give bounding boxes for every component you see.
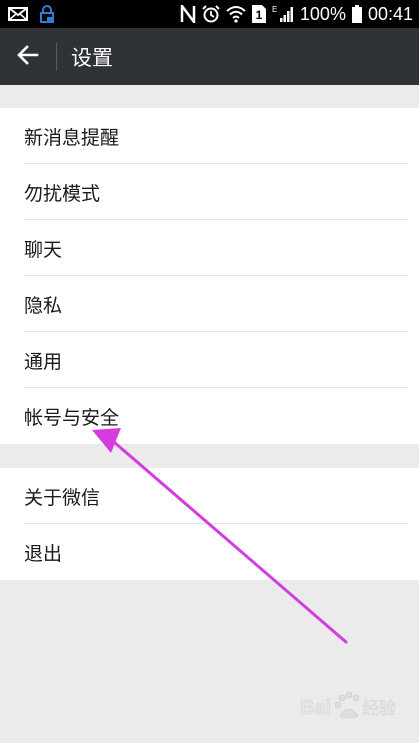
- settings-group-about: 关于微信 退出: [0, 468, 419, 580]
- title-bar: 设置: [0, 28, 419, 85]
- settings-item-logout[interactable]: 退出: [0, 524, 419, 580]
- settings-item-account-security[interactable]: 帐号与安全: [0, 388, 419, 444]
- settings-item-new-message-alerts[interactable]: 新消息提醒: [0, 108, 419, 164]
- arrow-left-icon: [17, 44, 39, 69]
- settings-item-chat[interactable]: 聊天: [0, 220, 419, 276]
- battery-percent: 100%: [299, 4, 346, 24]
- settings-group-main: 新消息提醒 勿扰模式 聊天 隐私 通用 帐号与安全: [0, 108, 419, 444]
- battery-icon: [351, 4, 362, 24]
- lock-notification-icon: [38, 4, 56, 24]
- wifi-icon: [226, 4, 246, 24]
- settings-item-label: 关于微信: [24, 486, 101, 509]
- svg-text:E: E: [272, 5, 277, 14]
- svg-text:经验: 经验: [362, 699, 396, 719]
- settings-item-general[interactable]: 通用: [0, 332, 419, 388]
- settings-item-label: 勿扰模式: [24, 182, 101, 205]
- title-divider: [56, 42, 57, 71]
- page-title: 设置: [71, 45, 113, 70]
- svg-text:1: 1: [256, 8, 263, 22]
- settings-item-about-wechat[interactable]: 关于微信: [0, 468, 419, 524]
- settings-item-label: 隐私: [24, 294, 63, 317]
- alarm-icon: [202, 4, 220, 24]
- svg-text:Bai: Bai: [300, 697, 331, 719]
- settings-item-label: 退出: [24, 542, 63, 565]
- nfc-icon: [180, 4, 196, 24]
- signal-icon: E: [272, 4, 294, 24]
- baidu-watermark-logo: Bai 经验: [300, 691, 396, 719]
- status-bar-right: 1 E 100% 00:41: [180, 4, 413, 24]
- mail-icon: [8, 4, 28, 24]
- back-button[interactable]: [0, 28, 56, 85]
- clock: 00:41: [367, 4, 413, 24]
- settings-item-label: 新消息提醒: [24, 126, 120, 149]
- settings-item-label: 帐号与安全: [24, 406, 120, 429]
- sim-icon: 1: [251, 4, 266, 24]
- settings-item-do-not-disturb[interactable]: 勿扰模式: [0, 164, 419, 220]
- status-bar: 1 E 100% 00:41: [0, 0, 419, 28]
- settings-item-label: 聊天: [24, 238, 63, 261]
- settings-item-label: 通用: [24, 350, 63, 373]
- settings-item-privacy[interactable]: 隐私: [0, 276, 419, 332]
- status-bar-left: [8, 4, 180, 24]
